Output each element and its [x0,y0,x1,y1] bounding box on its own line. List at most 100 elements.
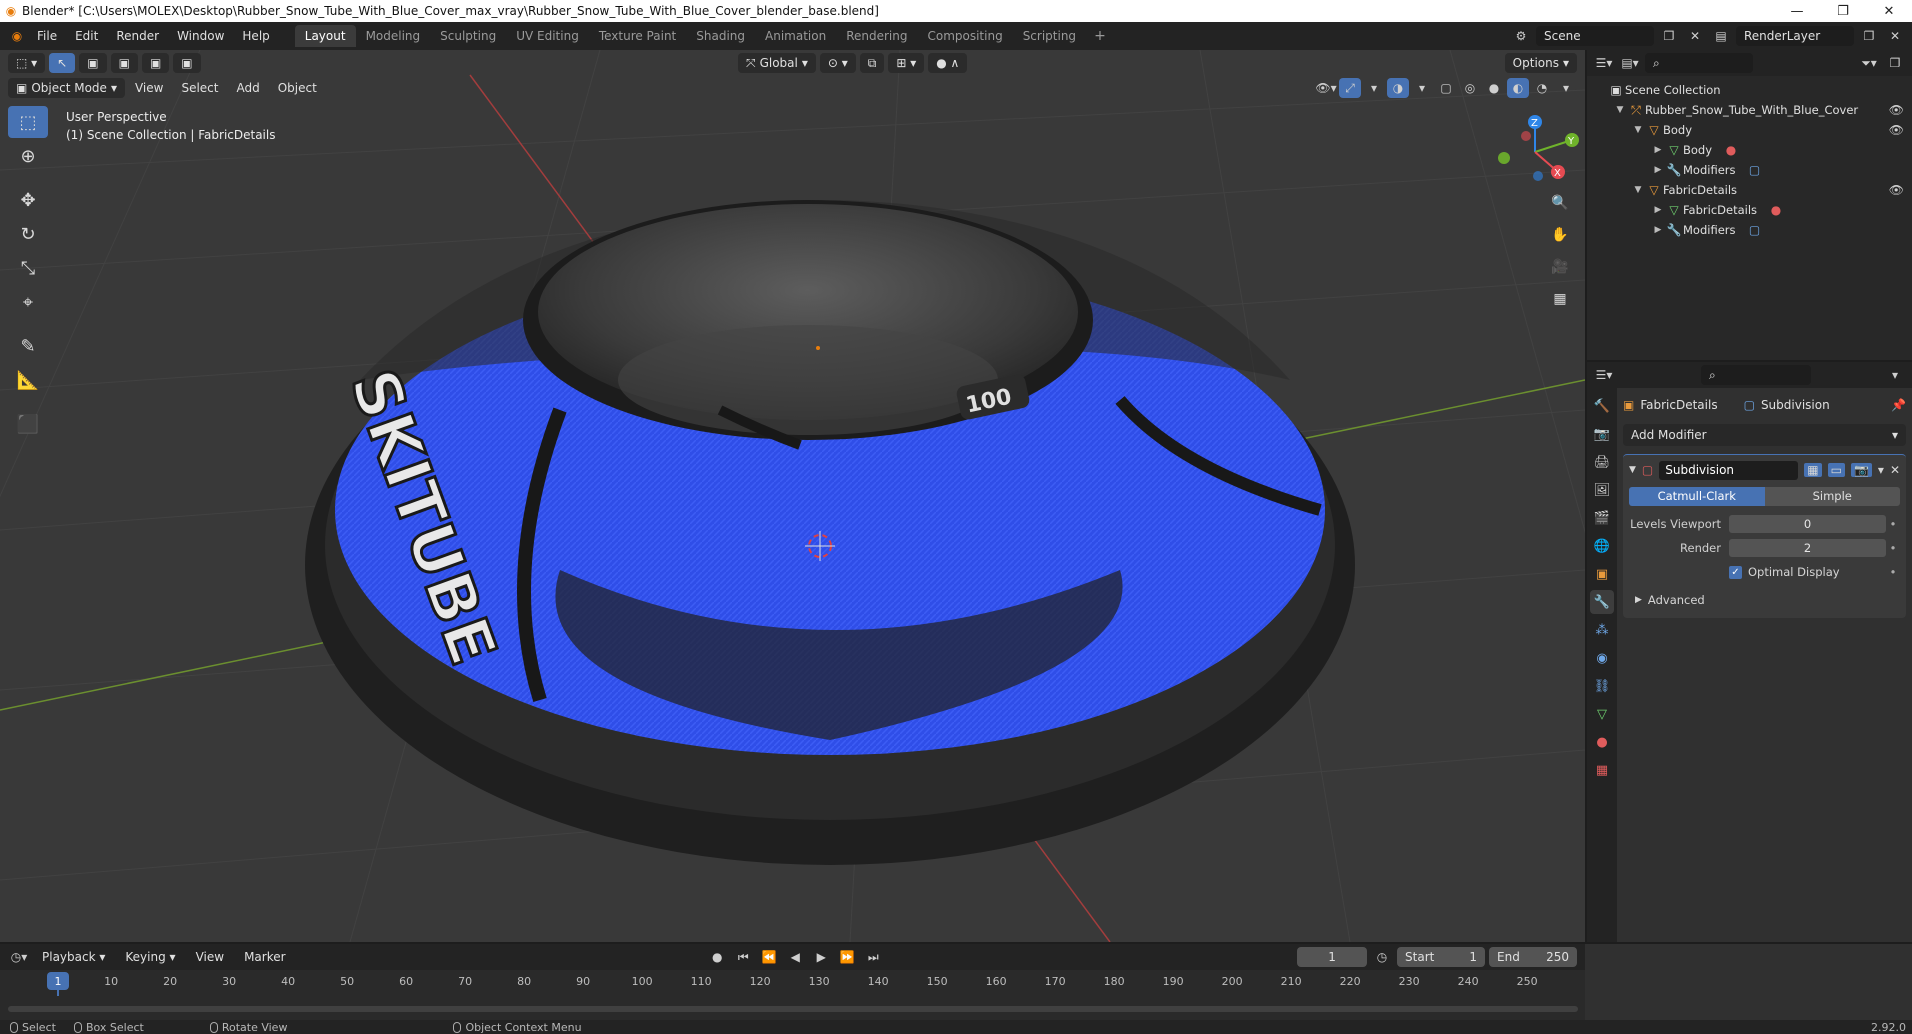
rotate-tool-icon[interactable]: ↻ [8,218,48,250]
visibility-eye-icon[interactable]: 👁 [1889,123,1904,137]
properties-search-input[interactable]: ⌕ [1701,365,1811,385]
scene-name-field[interactable]: Scene [1536,26,1654,46]
outliner-row-collection[interactable]: ▼ ⤱ Rubber_Snow_Tube_With_Blue_Cover 👁 [1587,100,1912,120]
tab-rendering[interactable]: Rendering [836,25,917,47]
annotate-tool-icon[interactable]: ✎ [8,330,48,362]
texture-tab-icon[interactable]: ▦ [1590,758,1614,782]
object-mode-dropdown[interactable]: ▣ Object Mode ▾ [8,78,125,98]
cursor-tool-icon[interactable]: ⊕ [8,140,48,172]
keyframe-dot-icon[interactable]: • [1886,541,1900,555]
constraints-tab-icon[interactable]: ⛓ [1590,674,1614,698]
tab-modeling[interactable]: Modeling [356,25,431,47]
new-layer-icon[interactable]: ❐ [1858,26,1880,46]
outliner-row-body-mesh[interactable]: ▶ ▽ Body ● [1587,140,1912,160]
outliner-row-scene-collection[interactable]: ▣ Scene Collection [1587,80,1912,100]
properties-editor-type-icon[interactable]: ☰▾ [1593,365,1615,385]
pivot-point-icon[interactable]: ⊙ ▾ [819,53,856,73]
add-workspace-icon[interactable]: + [1086,28,1114,44]
camera-view-icon[interactable]: 🎥 [1547,254,1573,280]
shading-solid-icon[interactable]: ● [1483,78,1505,98]
tab-shading[interactable]: Shading [686,25,755,47]
blender-menu-icon[interactable]: ◉ [6,26,28,46]
keyframe-dot-icon[interactable]: • [1886,517,1900,531]
select-mode-subtract-icon[interactable]: ▣ [141,53,170,73]
timeline-menu-view[interactable]: View [188,946,232,968]
transform-tool-icon[interactable]: ⌖ [8,286,48,318]
tab-compositing[interactable]: Compositing [917,25,1012,47]
tab-animation[interactable]: Animation [755,25,836,47]
tool-tab-icon[interactable]: 🔨 [1590,394,1614,418]
select-tool-button[interactable]: ↖ [49,53,76,73]
select-mode-extend-icon[interactable]: ▣ [110,53,138,73]
close-icon[interactable]: ✕ [1866,0,1912,22]
advanced-subpanel[interactable]: ▶ Advanced [1629,590,1900,610]
select-box-tool-icon[interactable]: ⬚ [8,106,48,138]
3d-viewport[interactable]: SKITUBE 100 ⬚ ▾ ↖ ▣ ▣ ▣ ▣ ⤧ Global ▾ ⊙ ▾ ⧉… [0,50,1585,942]
tab-uv-editing[interactable]: UV Editing [506,25,589,47]
gizmo-toggle-icon[interactable]: ⤢ [1339,78,1361,98]
timeline-menu-marker[interactable]: Marker [236,946,293,968]
timeline-menu-keying[interactable]: Keying ▾ [117,946,183,968]
record-keyframe-icon[interactable]: ● [706,947,728,967]
render-levels-field[interactable]: 2 [1729,539,1886,557]
object-tab-icon[interactable]: ▣ [1590,562,1614,586]
outliner-row-body-modifiers[interactable]: ▶ 🔧 Modifiers ▢ [1587,160,1912,180]
play-icon[interactable]: ▶ [810,947,832,967]
material-tab-icon[interactable]: ● [1590,730,1614,754]
outliner-search-input[interactable]: ⌕ [1645,53,1753,73]
shading-wireframe-icon[interactable]: ◎ [1459,78,1481,98]
gizmo-dropdown-icon[interactable]: ▾ [1363,78,1385,98]
expand-arrow-icon[interactable]: ▼ [1631,185,1645,195]
delete-scene-icon[interactable]: ✕ [1684,26,1706,46]
catmull-clark-button[interactable]: Catmull-Clark [1629,487,1765,506]
modifier-name-field[interactable]: Subdivision [1659,460,1799,480]
expand-arrow-icon[interactable]: ▼ [1631,125,1645,135]
navigation-gizmo[interactable]: Z Y X [1490,110,1580,190]
pan-hand-icon[interactable]: ✋ [1547,222,1573,248]
render-toggle-icon[interactable]: 📷 [1850,463,1872,477]
overlay-toggle-icon[interactable]: ◑ [1387,78,1409,98]
perspective-toggle-icon[interactable]: ▦ [1547,286,1573,312]
menu-edit[interactable]: Edit [66,22,107,50]
start-frame-field[interactable]: Start 1 [1397,947,1486,967]
physics-tab-icon[interactable]: ◉ [1590,646,1614,670]
jump-next-keyframe-icon[interactable]: ⏩ [836,947,858,967]
preview-range-icon[interactable]: ◷ [1371,947,1393,967]
jump-start-icon[interactable]: ⏮ [732,947,754,967]
add-modifier-dropdown[interactable]: Add Modifier ▾ [1623,424,1906,446]
new-collection-icon[interactable]: ❐ [1884,53,1906,73]
timeline-ruler[interactable]: 10 20 30 40 50 60 70 80 90 100 110 120 130 140 150 160 1… [0,970,1585,996]
modifier-tab-icon[interactable]: 🔧 [1590,590,1614,614]
scene-tab-icon[interactable]: 🎬 [1590,506,1614,530]
restore-icon[interactable]: ❐ [1820,0,1866,22]
overlay-dropdown-icon[interactable]: ▾ [1411,78,1433,98]
tab-layout[interactable]: Layout [294,25,356,47]
viewport-toggle-icon[interactable]: ▭ [1827,463,1845,477]
viewport-menu-view[interactable]: View [127,77,171,99]
keyframe-dot-icon[interactable]: • [1886,565,1900,579]
viewport-menu-object[interactable]: Object [270,77,325,99]
scale-tool-icon[interactable]: ⤡ [8,252,48,284]
outliner-row-fabricdetails-mesh[interactable]: ▶ ▽ FabricDetails ● [1587,200,1912,220]
options-dropdown[interactable]: Options ▾ [1504,53,1578,73]
particles-tab-icon[interactable]: ⁂ [1590,618,1614,642]
menu-file[interactable]: File [28,22,66,50]
play-reverse-icon[interactable]: ◀ [784,947,806,967]
world-tab-icon[interactable]: 🌐 [1590,534,1614,558]
simple-button[interactable]: Simple [1764,487,1900,506]
timeline-editor-type-icon[interactable]: ◷▾ [8,947,30,967]
data-tab-icon[interactable]: ▽ [1590,702,1614,726]
levels-viewport-field[interactable]: 0 [1729,515,1886,533]
end-frame-field[interactable]: End 250 [1489,947,1578,967]
properties-options-icon[interactable]: ▾ [1884,365,1906,385]
menu-help[interactable]: Help [233,22,278,50]
tab-sculpting[interactable]: Sculpting [430,25,506,47]
viewport-menu-select[interactable]: Select [173,77,226,99]
filter-icon[interactable]: ⏷▾ [1858,53,1880,73]
optimal-display-checkbox[interactable]: ✓ Optimal Display [1729,565,1886,579]
editor-type-button[interactable]: ⬚ ▾ [8,53,46,73]
transform-orientation-dropdown[interactable]: ⤧ Global ▾ [737,53,816,73]
jump-end-icon[interactable]: ⏭ [862,947,884,967]
snap-icon[interactable]: ⧉ [859,53,885,73]
view-layer-tab-icon[interactable]: 🖼 [1590,478,1614,502]
